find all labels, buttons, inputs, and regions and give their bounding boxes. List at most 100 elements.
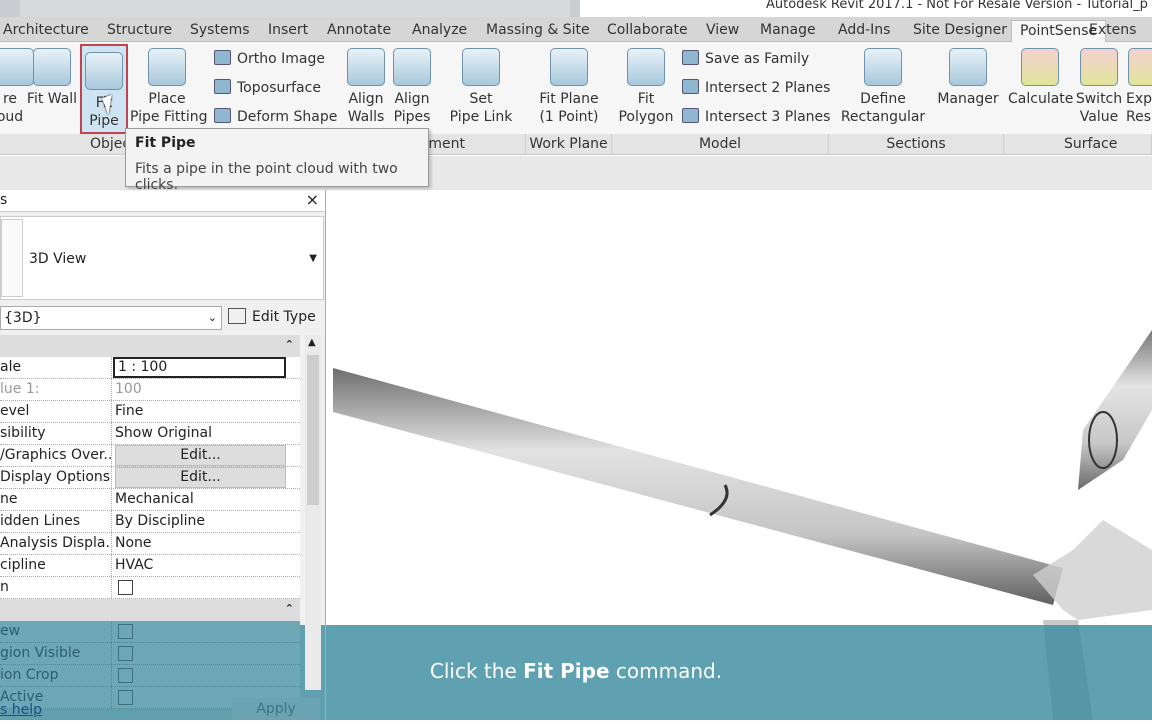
export-results-button[interactable]: Exp Resu	[1126, 42, 1152, 126]
edit-button[interactable]: Edit...	[115, 467, 286, 488]
intersect-2-icon	[682, 79, 699, 94]
panel-label-sections: Sections	[829, 134, 1004, 154]
table-row: ew	[0, 621, 300, 643]
tab-site-designer[interactable]: Site Designer	[913, 20, 1007, 42]
property-name: gion Visible	[0, 643, 112, 664]
fit-pipe-button[interactable]: Fit Pipe	[80, 44, 128, 134]
table-row: ne Mechanical	[0, 489, 300, 511]
properties-help-link[interactable]: s help	[0, 702, 42, 718]
label: Fit Wall	[26, 91, 78, 107]
label: Switch Value	[1075, 91, 1123, 125]
checkbox[interactable]	[118, 646, 133, 661]
ortho-icon	[214, 50, 231, 65]
tab-collaborate[interactable]: Collaborate	[607, 20, 688, 42]
scroll-up-icon[interactable]: ▲	[308, 337, 316, 348]
properties-scrollbar[interactable]: ▲	[305, 335, 321, 690]
checkbox[interactable]	[118, 580, 133, 595]
checkbox[interactable]	[118, 624, 133, 639]
tab-architecture[interactable]: Architecture	[3, 20, 89, 42]
group-header-extents[interactable]: ⌃	[0, 599, 300, 621]
fit-plane-button[interactable]: Fit Plane (1 Point)	[534, 42, 604, 126]
edit-button[interactable]: Edit...	[115, 445, 286, 466]
tab-add-ins[interactable]: Add-Ins	[838, 20, 890, 42]
label: Intersect 3 Planes	[705, 109, 831, 125]
property-name: idden Lines	[0, 511, 112, 532]
tab-analyze[interactable]: Analyze	[412, 20, 467, 42]
close-icon[interactable]: ×	[306, 190, 319, 210]
quick-access-icons[interactable]	[20, 0, 570, 17]
label: Ortho Image	[237, 51, 325, 67]
label: Toposurface	[237, 80, 321, 96]
property-value[interactable]: Fine	[115, 401, 286, 422]
property-name: evel	[0, 401, 112, 422]
deform-shape-button[interactable]: Deform Shape	[214, 108, 337, 125]
property-name: sibility	[0, 423, 112, 444]
properties-header: s ×	[0, 190, 325, 212]
property-name: ew	[0, 621, 112, 642]
tab-manage[interactable]: Manage	[760, 20, 816, 42]
align-walls-button[interactable]: Align Walls	[344, 42, 388, 126]
fit-polygon-button[interactable]: Fit Polygon	[617, 42, 675, 126]
label: Manager	[937, 91, 999, 107]
manager-button[interactable]: Manager	[936, 42, 1000, 108]
property-value[interactable]: Mechanical	[115, 489, 286, 510]
apply-button[interactable]: Apply	[232, 698, 320, 720]
type-selector[interactable]: 3D View ▼	[0, 216, 324, 300]
place-pipe-fitting-button[interactable]: Place Pipe Fitting	[130, 42, 208, 126]
pipe-fitting-icon	[148, 48, 186, 86]
properties-title: s	[0, 192, 8, 208]
tab-massing-site[interactable]: Massing & Site	[486, 20, 590, 42]
calculate-icon	[1021, 48, 1059, 86]
collapse-icon[interactable]: ⌃	[285, 602, 294, 615]
property-name: lue 1:	[0, 379, 112, 400]
save-as-family-button[interactable]: Save as Family	[682, 50, 809, 67]
switch-value-icon	[1080, 48, 1118, 86]
calculate-button[interactable]: Calculate	[1008, 42, 1073, 108]
collapse-icon[interactable]: ⌃	[285, 338, 294, 351]
property-value[interactable]: By Discipline	[115, 511, 286, 532]
polygon-icon	[627, 48, 665, 86]
fit-wall-button[interactable]: Fit Wall	[26, 42, 78, 108]
align-pipes-button[interactable]: Align Pipes	[390, 42, 434, 126]
scroll-thumb[interactable]	[307, 355, 319, 505]
point-cloud-button[interactable]: re oud	[0, 42, 34, 126]
properties-table: ⌃ ale 1 : 100 lue 1: 100 evel Fine sibility…	[0, 335, 300, 709]
label: Deform Shape	[237, 109, 338, 125]
tab-systems[interactable]: Systems	[190, 20, 250, 42]
table-row: ion Crop	[0, 665, 300, 687]
view-scale-input[interactable]: 1 : 100	[113, 357, 286, 378]
ortho-image-button[interactable]: Ortho Image	[214, 50, 325, 67]
table-row: n	[0, 577, 300, 599]
property-value[interactable]: HVAC	[115, 555, 286, 576]
instance-filter-dropdown[interactable]: {3D} ⌄	[0, 306, 222, 330]
pipe-icon	[85, 52, 123, 90]
caption-command: Fit Pipe	[523, 659, 610, 683]
property-value	[115, 665, 286, 686]
tab-annotate[interactable]: Annotate	[327, 20, 391, 42]
tab-structure[interactable]: Structure	[107, 20, 172, 42]
table-row: Display Options Edit...	[0, 467, 300, 489]
intersect-3-planes-button[interactable]: Intersect 3 Planes	[682, 108, 830, 125]
toposurface-button[interactable]: Toposurface	[214, 79, 321, 96]
property-value[interactable]: Show Original	[115, 423, 286, 444]
ribbon-tabs: Architecture Structure Systems Insert An…	[0, 17, 1152, 42]
intersect-2-planes-button[interactable]: Intersect 2 Planes	[682, 79, 830, 96]
label: Fit Plane (1 Point)	[539, 91, 599, 125]
define-rectangular-button[interactable]: Define Rectangular	[840, 42, 926, 126]
edit-type-button[interactable]: Edit Type	[228, 306, 320, 330]
tab-extensions[interactable]: Extens	[1089, 20, 1136, 42]
checkbox[interactable]	[118, 690, 133, 705]
property-name: n	[0, 577, 112, 598]
property-value[interactable]: None	[115, 533, 286, 554]
tab-view[interactable]: View	[706, 20, 739, 42]
set-pipe-link-button[interactable]: Set Pipe Link	[446, 42, 516, 126]
property-value	[115, 643, 286, 664]
export-icon	[1128, 48, 1152, 86]
intersect-3-icon	[682, 108, 699, 123]
table-row: /Graphics Over... Edit...	[0, 445, 300, 467]
switch-value-button[interactable]: Switch Value	[1074, 42, 1124, 126]
checkbox[interactable]	[118, 668, 133, 683]
property-name: ion Crop	[0, 665, 112, 686]
group-header-graphics[interactable]: ⌃	[0, 335, 300, 357]
tab-insert[interactable]: Insert	[268, 20, 308, 42]
